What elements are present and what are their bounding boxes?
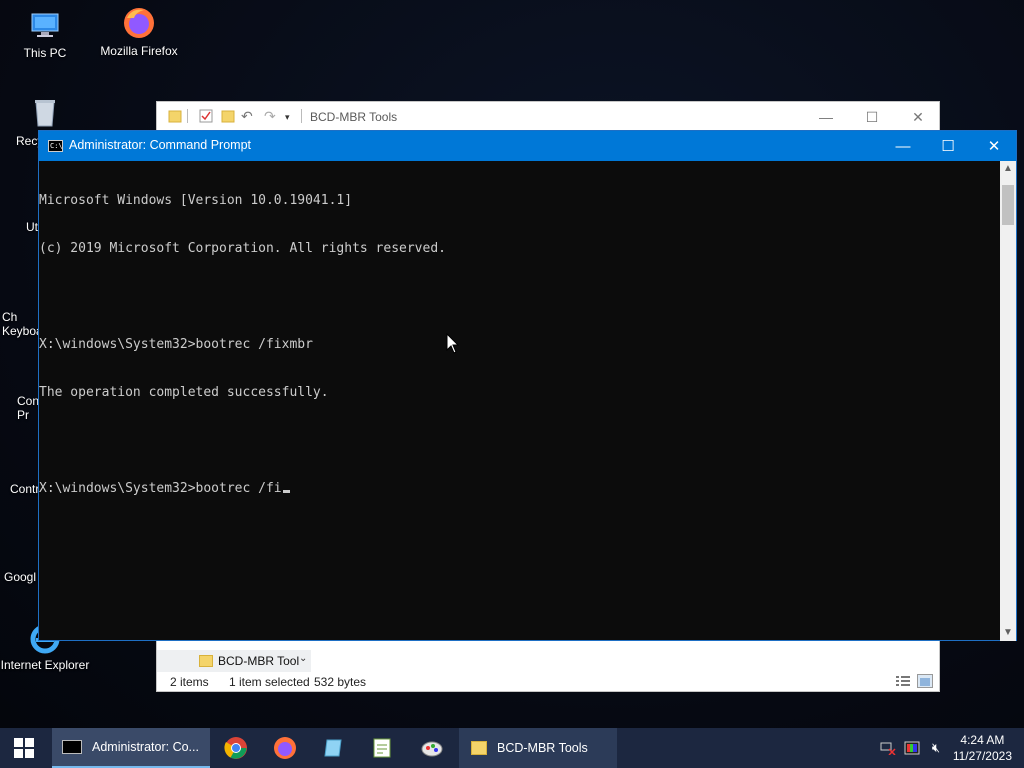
clock-date: 11/27/2023 — [952, 749, 1012, 763]
command-prompt-window[interactable]: C:\ Administrator: Command Prompt — ☐ ✕ … — [38, 130, 1017, 641]
taskbar: Administrator: Co... BCD-MBR Tools 🔇︎ 4:… — [0, 728, 1024, 768]
minimize-button[interactable]: — — [880, 131, 926, 161]
display-color-icon[interactable] — [902, 728, 922, 768]
customize-toolbar-chevron-icon[interactable]: ▾ — [285, 109, 299, 123]
scrollbar-thumb[interactable] — [1002, 185, 1014, 225]
this-pc-icon — [28, 8, 62, 42]
folder-icon — [471, 741, 487, 755]
recycle-bin-icon — [28, 96, 62, 130]
taskbar-paint-button[interactable] — [408, 728, 456, 768]
minimize-button[interactable]: — — [803, 102, 849, 132]
scroll-up-icon[interactable]: ▲ — [1000, 161, 1016, 177]
console-output[interactable]: Microsoft Windows [Version 10.0.19041.1]… — [39, 161, 1001, 641]
taskbar-item-command-prompt[interactable]: Administrator: Co... — [52, 728, 210, 768]
maximize-button[interactable]: ☐ — [925, 131, 971, 161]
start-button[interactable] — [0, 728, 48, 768]
mouse-pointer-icon — [446, 332, 460, 355]
nav-pane-item-bcd-mbr-tools[interactable]: BCD-MBR Tool ⌄ — [157, 650, 311, 672]
close-button[interactable]: ✕ — [971, 131, 1017, 161]
large-icons-view-icon[interactable] — [917, 674, 933, 688]
folder-icon — [199, 655, 213, 667]
taskbar-editor-button[interactable] — [358, 728, 406, 768]
maximize-button[interactable]: ☐ — [849, 102, 895, 132]
firefox-icon — [122, 6, 156, 40]
console-line: X:\windows\System32>bootrec /fixmbr — [39, 337, 313, 352]
firefox-icon — [274, 737, 296, 759]
notepad-icon — [324, 739, 342, 757]
cmd-title: Administrator: Command Prompt — [69, 138, 252, 152]
network-icon[interactable] — [878, 728, 898, 768]
properties-icon[interactable] — [199, 109, 213, 123]
console-line: The operation completed successfully. — [39, 385, 329, 400]
scroll-down-icon[interactable]: ▼ — [1000, 625, 1016, 641]
desktop-icon-this-pc[interactable]: This PC — [0, 8, 90, 60]
text-cursor — [282, 490, 290, 493]
status-item-count: 2 items — [170, 675, 209, 689]
cmd-titlebar[interactable]: C:\ Administrator: Command Prompt — ☐ ✕ — [39, 131, 1016, 161]
status-selection: 1 item selected — [229, 675, 310, 689]
console-line: Microsoft Windows [Version 10.0.19041.1] — [39, 193, 353, 208]
close-button[interactable]: ✕ — [895, 102, 941, 132]
new-folder-icon[interactable] — [221, 109, 235, 123]
system-clock[interactable]: 4:24 AM 11/27/2023 — [953, 732, 1012, 764]
taskbar-chrome-button[interactable] — [212, 728, 260, 768]
console-line: (c) 2019 Microsoft Corporation. All righ… — [39, 241, 446, 256]
volume-muted-icon[interactable]: 🔇︎ — [926, 728, 946, 768]
vertical-scrollbar[interactable]: ▲ ▼ — [1000, 161, 1016, 641]
chevron-down-icon[interactable]: ⌄ — [299, 653, 307, 664]
explorer-status-bar: 2 items 1 item selected 532 bytes — [157, 672, 939, 692]
details-view-icon[interactable] — [895, 674, 911, 688]
paint-icon — [421, 741, 443, 757]
taskbar-firefox-button[interactable] — [261, 728, 309, 768]
separator — [187, 109, 188, 123]
undo-icon[interactable]: ↶ — [241, 109, 255, 123]
redo-icon[interactable]: ↷ — [264, 109, 278, 123]
taskbar-item-explorer[interactable]: BCD-MBR Tools — [459, 728, 617, 768]
folder-icon — [168, 109, 182, 123]
clock-time: 4:24 AM — [960, 733, 1005, 747]
status-size: 532 bytes — [314, 675, 367, 689]
desktop-icon-firefox[interactable]: Mozilla Firefox — [94, 6, 184, 58]
explorer-title: BCD-MBR Tools — [310, 110, 398, 124]
editor-icon — [373, 738, 391, 758]
separator — [301, 109, 302, 123]
command-prompt-icon: C:\ — [48, 140, 63, 152]
explorer-titlebar[interactable]: ↶ ↷ ▾ BCD-MBR Tools — ☐ ✕ — [157, 102, 939, 132]
console-input-line[interactable]: X:\windows\System32>bootrec /fi — [39, 481, 1001, 497]
command-prompt-icon — [62, 740, 82, 754]
chrome-icon — [224, 737, 247, 759]
windows-logo-icon — [14, 738, 34, 758]
console-current-input[interactable]: X:\windows\System32>bootrec /fi — [39, 481, 282, 496]
taskbar-notepad-button[interactable] — [310, 728, 358, 768]
nav-item-label: BCD-MBR Tool — [218, 654, 300, 668]
